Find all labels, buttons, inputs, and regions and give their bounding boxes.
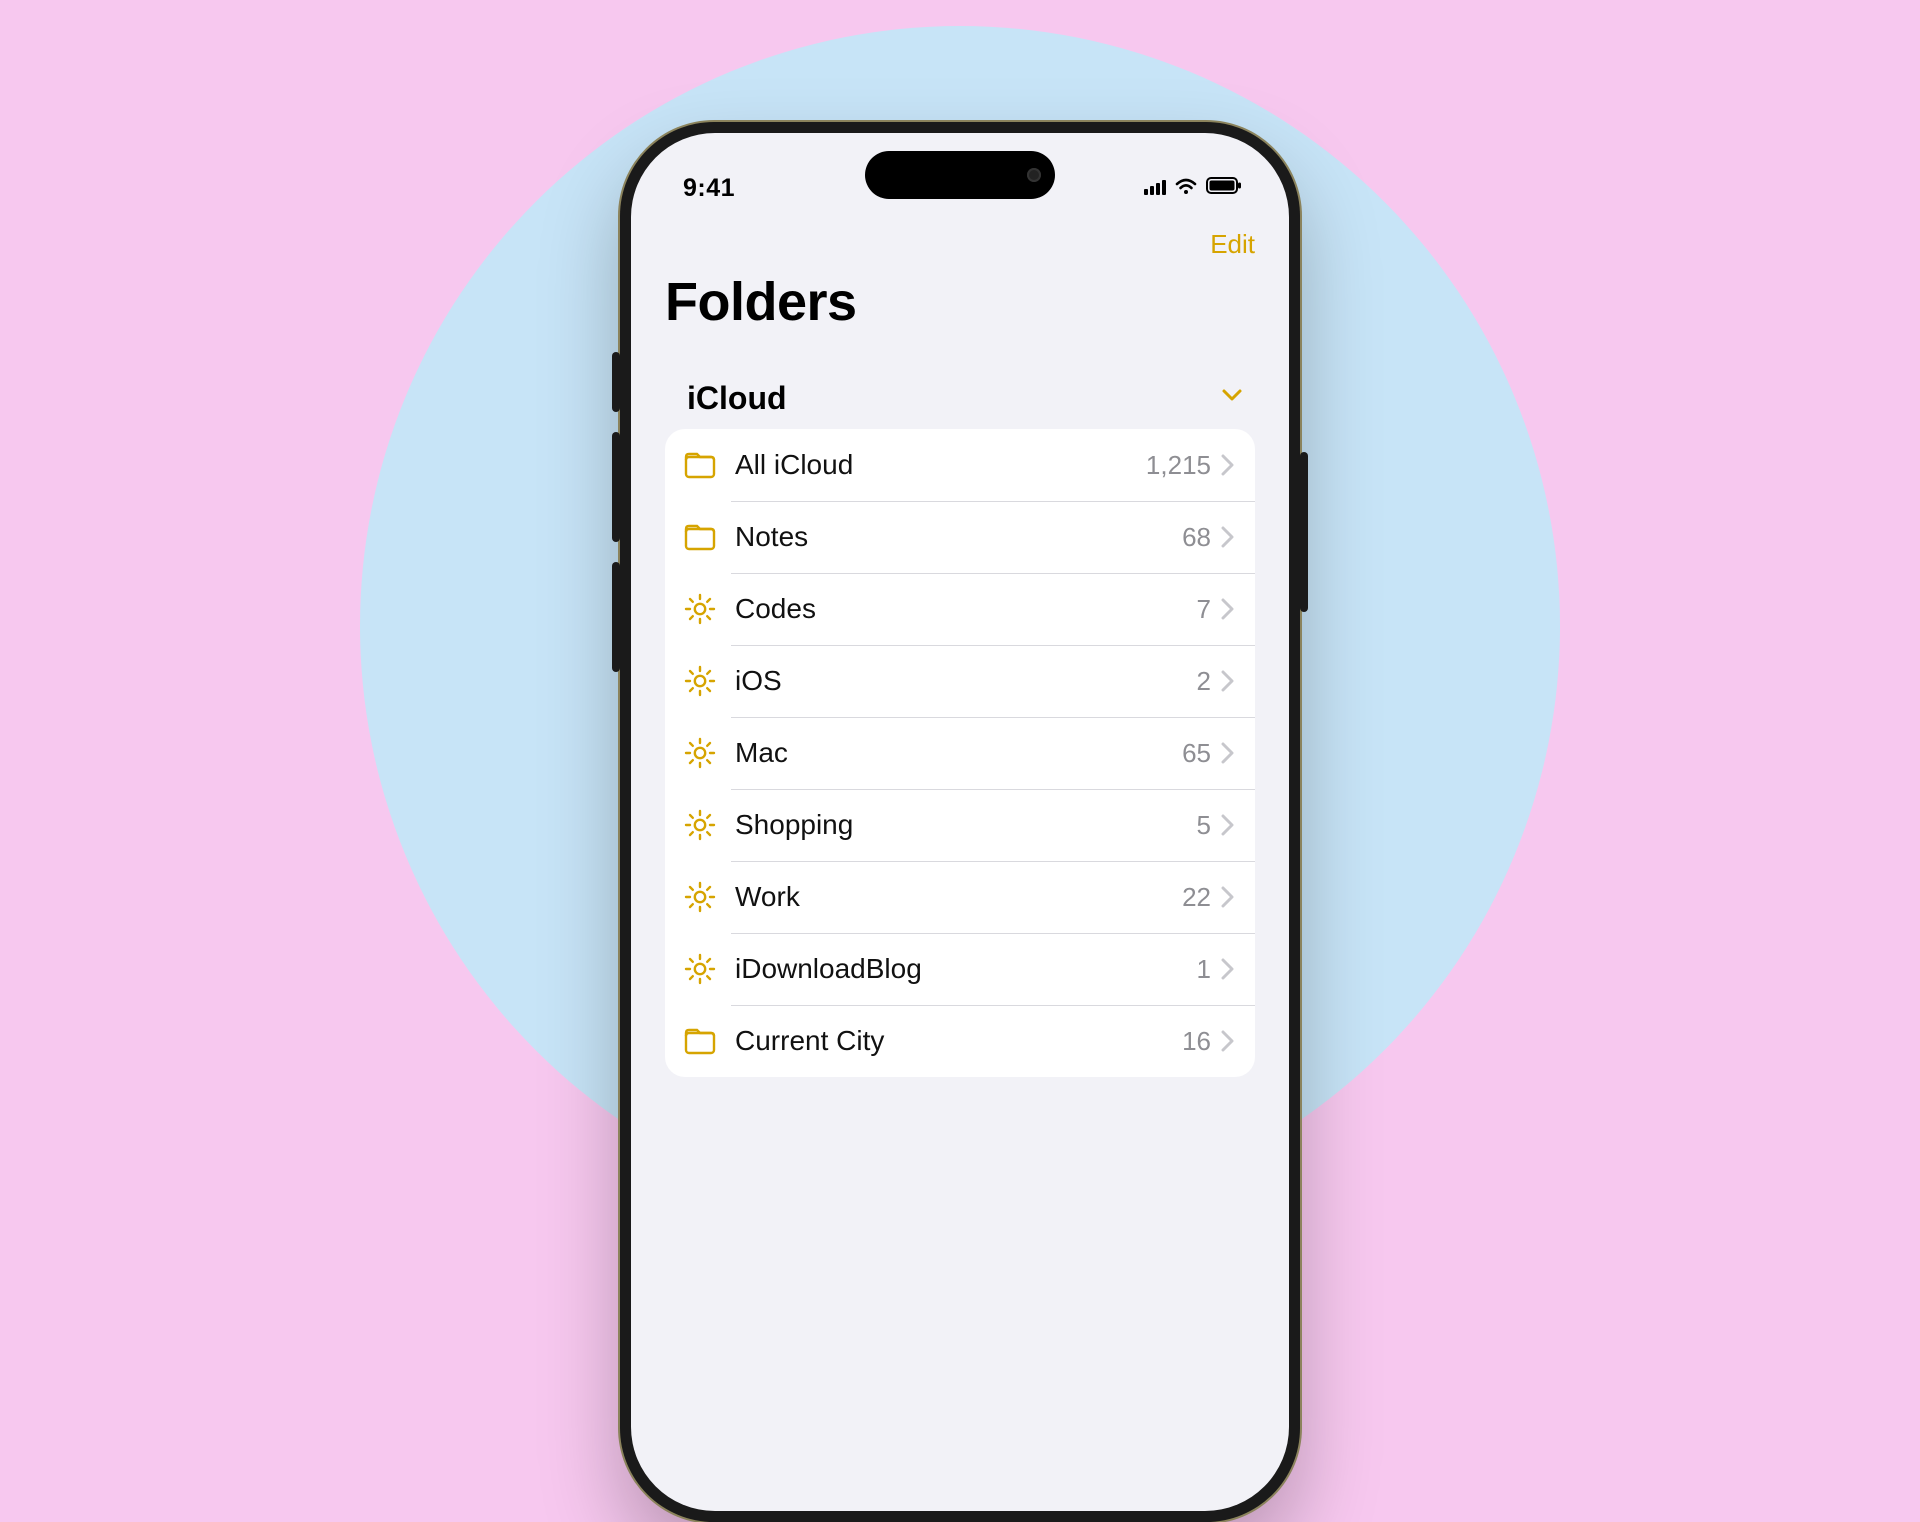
chevron-right-icon — [1221, 814, 1235, 836]
chevron-right-icon — [1221, 742, 1235, 764]
phone-side-button — [1300, 452, 1308, 612]
camera-dot — [1027, 168, 1041, 182]
folder-name: iDownloadBlog — [735, 953, 1197, 985]
navbar: Edit — [631, 211, 1289, 277]
battery-icon — [1205, 174, 1243, 203]
folder-row[interactable]: iDownloadBlog1 — [665, 933, 1255, 1005]
folder-name: Mac — [735, 737, 1182, 769]
page-title: Folders — [665, 271, 857, 333]
phone-side-button — [612, 562, 620, 672]
folder-row[interactable]: All iCloud1,215 — [665, 429, 1255, 501]
gear-icon — [683, 664, 717, 698]
chevron-right-icon — [1221, 670, 1235, 692]
folder-name: Work — [735, 881, 1182, 913]
chevron-right-icon — [1221, 454, 1235, 476]
folder-count: 1,215 — [1146, 450, 1211, 481]
chevron-right-icon — [1221, 526, 1235, 548]
folder-count: 7 — [1197, 594, 1211, 625]
folder-count: 2 — [1197, 666, 1211, 697]
folder-icon — [683, 448, 717, 482]
folder-count: 5 — [1197, 810, 1211, 841]
section-header-icloud[interactable]: iCloud — [631, 369, 1289, 427]
chevron-right-icon — [1221, 958, 1235, 980]
folder-row[interactable]: Notes68 — [665, 501, 1255, 573]
gear-icon — [683, 808, 717, 842]
chevron-right-icon — [1221, 886, 1235, 908]
folder-count: 16 — [1182, 1026, 1211, 1057]
folder-icon — [683, 520, 717, 554]
folder-name: All iCloud — [735, 449, 1146, 481]
folder-name: Codes — [735, 593, 1197, 625]
folder-list: All iCloud1,215Notes68Codes7iOS2Mac65Sho… — [665, 429, 1255, 1077]
phone-side-button — [612, 432, 620, 542]
chevron-right-icon — [1221, 598, 1235, 620]
wifi-icon — [1175, 174, 1197, 203]
chevron-down-icon — [1221, 385, 1243, 412]
folder-row[interactable]: Shopping5 — [665, 789, 1255, 861]
chevron-right-icon — [1221, 1030, 1235, 1052]
folder-row[interactable]: Work22 — [665, 861, 1255, 933]
folder-row[interactable]: Codes7 — [665, 573, 1255, 645]
folder-count: 22 — [1182, 882, 1211, 913]
gear-icon — [683, 736, 717, 770]
folder-icon — [683, 1024, 717, 1058]
folder-row[interactable]: iOS2 — [665, 645, 1255, 717]
gear-icon — [683, 880, 717, 914]
section-title: iCloud — [687, 380, 787, 417]
phone-side-button — [612, 352, 620, 412]
dynamic-island — [865, 151, 1055, 199]
folder-name: Shopping — [735, 809, 1197, 841]
folder-row[interactable]: Current City16 — [665, 1005, 1255, 1077]
signal-icon — [1143, 174, 1167, 203]
gear-icon — [683, 952, 717, 986]
folder-count: 1 — [1197, 954, 1211, 985]
folder-row[interactable]: Mac65 — [665, 717, 1255, 789]
folder-name: Current City — [735, 1025, 1182, 1057]
edit-button[interactable]: Edit — [1210, 229, 1255, 260]
phone-screen: 9:41 Edit Folders iCloud Al — [631, 133, 1289, 1511]
folder-count: 68 — [1182, 522, 1211, 553]
phone-frame: 9:41 Edit Folders iCloud Al — [620, 122, 1300, 1522]
status-time: 9:41 — [683, 174, 735, 203]
folder-name: iOS — [735, 665, 1197, 697]
folder-count: 65 — [1182, 738, 1211, 769]
folder-name: Notes — [735, 521, 1182, 553]
gear-icon — [683, 592, 717, 626]
